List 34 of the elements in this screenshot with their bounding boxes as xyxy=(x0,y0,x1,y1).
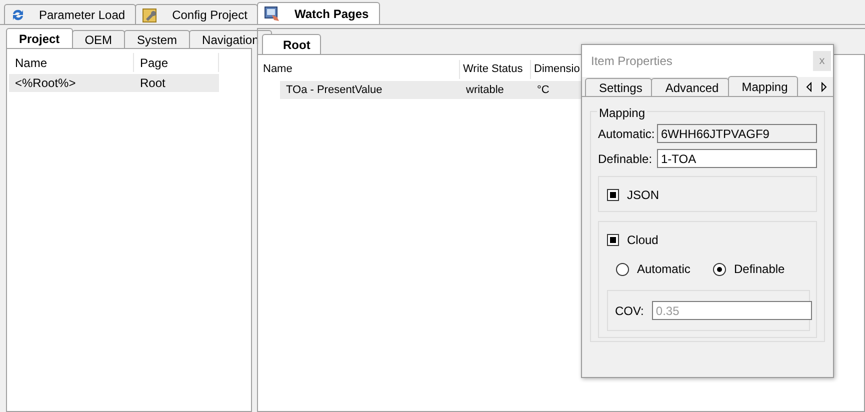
checkbox[interactable] xyxy=(607,189,619,201)
scroll-arrows-icon[interactable] xyxy=(805,82,829,92)
field-label: COV: xyxy=(615,302,644,320)
radio-button[interactable] xyxy=(616,262,629,276)
column-header[interactable]: Page xyxy=(134,53,219,72)
refresh-icon xyxy=(11,8,25,22)
table-cell[interactable]: <%Root%> xyxy=(9,74,134,92)
tab[interactable]: Navigation xyxy=(189,30,272,48)
checkbox[interactable] xyxy=(607,234,619,246)
tab[interactable]: Config Project xyxy=(135,4,258,24)
dialog-title: Item Properties xyxy=(591,53,672,70)
tab[interactable]: Watch Pages xyxy=(257,2,380,24)
radio-label: Definable xyxy=(734,261,785,278)
radio-button[interactable] xyxy=(713,262,726,276)
checkbox-label: JSON xyxy=(627,187,660,204)
table-cell[interactable]: Root xyxy=(134,74,219,92)
monitor-icon xyxy=(264,6,280,22)
tab[interactable]: Parameter Load xyxy=(4,4,136,24)
table-cell[interactable]: writable xyxy=(460,81,531,99)
column-header[interactable]: Name xyxy=(260,60,460,79)
wrench-icon xyxy=(142,6,158,22)
radio-label: Automatic xyxy=(637,261,690,278)
tab[interactable]: Mapping xyxy=(728,76,798,96)
tab[interactable]: System xyxy=(124,30,190,48)
tab[interactable]: Project xyxy=(6,28,73,48)
checkbox-label: Cloud xyxy=(627,232,658,249)
column-header[interactable]: Write Status xyxy=(460,60,531,79)
table-cell[interactable]: TOa - PresentValue xyxy=(280,81,460,99)
field-label: Automatic: xyxy=(598,126,655,142)
tab[interactable]: Root xyxy=(262,34,322,54)
field-label: Definable: xyxy=(598,150,652,168)
input-field[interactable]: 1-TOA xyxy=(657,149,817,168)
tab[interactable]: Settings xyxy=(585,78,652,96)
column-header[interactable]: Name xyxy=(9,53,134,72)
